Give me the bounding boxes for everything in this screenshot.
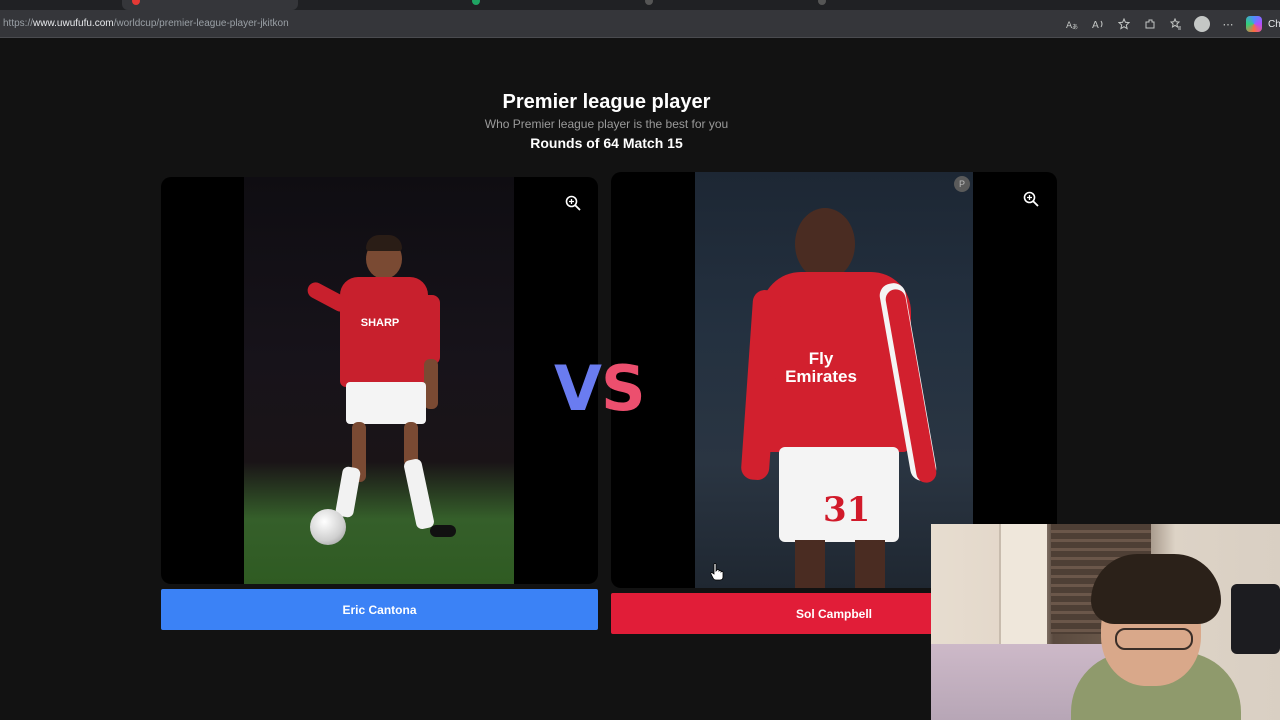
- mouse-pointer-icon: [710, 563, 724, 581]
- webcam-overlay: [931, 524, 1280, 720]
- svg-text:A: A: [1092, 20, 1099, 30]
- shirt-number: 31: [823, 490, 871, 530]
- tab-overflow-text: Ch: [1268, 18, 1280, 30]
- more-menu-icon[interactable]: ⋯: [1218, 14, 1238, 34]
- zoom-icon[interactable]: [1022, 190, 1040, 208]
- candidate-card-left[interactable]: SHARP: [161, 177, 598, 584]
- pin-icon[interactable]: P: [954, 176, 970, 192]
- tab-favicon[interactable]: [818, 0, 826, 5]
- shirt-sponsor-line2: Emirates: [785, 367, 857, 386]
- browser-tab-strip: [0, 0, 1280, 10]
- browser-tab-active[interactable]: [122, 0, 298, 10]
- extensions-icon[interactable]: [1140, 14, 1160, 34]
- football: [310, 509, 346, 545]
- zoom-icon[interactable]: [564, 194, 582, 212]
- translate-icon[interactable]: Aあ: [1062, 14, 1082, 34]
- page-subtitle: Who Premier league player is the best fo…: [484, 117, 729, 131]
- favorite-star-icon[interactable]: [1114, 14, 1134, 34]
- vs-letter-s: S: [600, 352, 646, 425]
- favorites-icon[interactable]: [1166, 14, 1186, 34]
- browser-toolbar: https://www.uwufufu.com/worldcup/premier…: [0, 10, 1280, 38]
- url-prefix: https://: [3, 18, 34, 29]
- tab-favicon: [132, 0, 140, 5]
- tab-favicon[interactable]: [645, 0, 653, 5]
- tab-favicon-sheets[interactable]: [472, 0, 480, 5]
- candidate-photo-eric-cantona[interactable]: SHARP: [244, 177, 514, 584]
- read-aloud-icon[interactable]: A: [1088, 14, 1108, 34]
- svg-text:あ: あ: [1072, 24, 1078, 30]
- shirt-sponsor-text: SHARP: [360, 317, 400, 329]
- versus-label: VS: [554, 352, 646, 425]
- copilot-icon[interactable]: [1244, 14, 1264, 34]
- url-path: /worldcup/premier-league-player-jkitkon: [113, 18, 289, 29]
- shirt-sponsor-line1: Fly: [808, 349, 834, 368]
- profile-avatar-icon[interactable]: [1192, 14, 1212, 34]
- toolbar-icons: Aあ A ⋯ Ch: [1056, 14, 1280, 34]
- round-indicator: Rounds of 64 Match 15: [530, 135, 683, 151]
- url-domain: www.uwufufu.com: [33, 18, 114, 29]
- vs-letter-v: V: [554, 352, 602, 425]
- address-bar[interactable]: https://www.uwufufu.com/worldcup/premier…: [3, 18, 289, 29]
- select-eric-cantona-button[interactable]: Eric Cantona: [161, 589, 598, 630]
- page-title: Premier league player: [502, 91, 711, 113]
- player-figure: SHARP: [244, 177, 514, 584]
